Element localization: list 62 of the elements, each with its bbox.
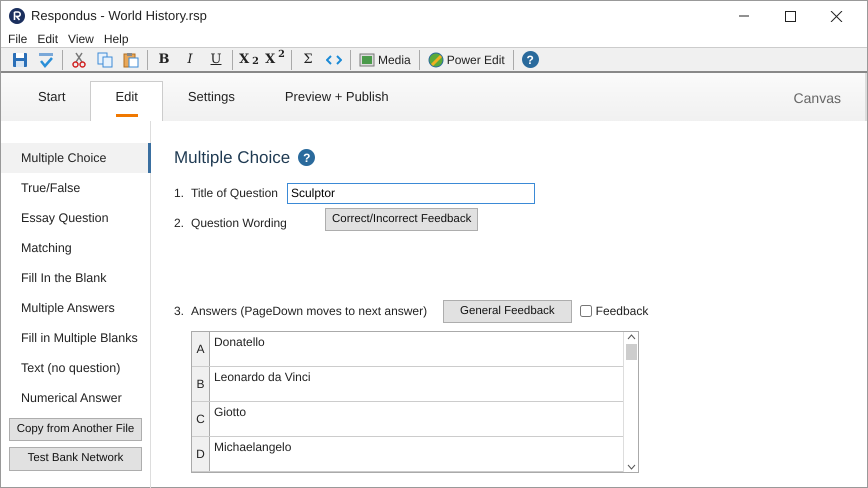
sidebar-item[interactable]: Essay Question (1, 203, 151, 233)
copy-file-button[interactable]: Copy from Another File (9, 418, 142, 442)
picture-icon (359, 52, 375, 68)
answer-letter: A (192, 332, 210, 366)
menu-item[interactable]: Edit (32, 30, 64, 48)
globe-pencil-icon (428, 52, 444, 68)
answer-letter: C (192, 402, 210, 436)
copy-icon (97, 52, 113, 68)
test-bank-button[interactable]: Test Bank Network (9, 447, 142, 470)
feedback-checkbox[interactable] (580, 305, 592, 318)
tab[interactable]: Settings (162, 81, 260, 121)
maximize-icon[interactable] (784, 10, 796, 22)
title-input[interactable]: Sculptor (287, 182, 535, 204)
step-number: 1. (174, 185, 186, 202)
format-button[interactable]: I (177, 50, 203, 70)
answer-letter: D (192, 436, 210, 471)
general-feedback-button[interactable]: General Feedback (443, 300, 572, 323)
sidebar-item[interactable]: Multiple Choice (1, 143, 151, 173)
sidebar-item[interactable]: Fill in Multiple Blanks (1, 323, 151, 353)
scroll-thumb[interactable] (626, 344, 636, 360)
answer-text[interactable]: Giotto (210, 402, 623, 436)
menu-item[interactable]: Help (98, 30, 134, 48)
scrollbar[interactable] (623, 332, 638, 472)
feedback-button[interactable]: Correct/Incorrect Feedback (325, 208, 478, 232)
sidebar-item[interactable]: Fill In the Blank (1, 263, 151, 293)
app-logo-icon (9, 8, 25, 24)
tab[interactable]: Preview + Publish (260, 81, 414, 121)
answer-text[interactable]: Leonardo da Vinci (210, 366, 623, 401)
answer-text[interactable]: Donatello (210, 332, 623, 366)
window-title: Respondus - World History.rsp (31, 7, 207, 26)
tab[interactable]: Start (13, 81, 90, 121)
scissors-icon (71, 52, 87, 68)
menu-item[interactable]: View (63, 30, 99, 48)
menu-item[interactable]: File (3, 30, 32, 48)
sidebar-item[interactable]: Numerical Answer (1, 383, 151, 413)
paste-icon (123, 52, 139, 68)
field-label: Answers (PageDown moves to next answer) (191, 303, 428, 320)
lms-label: Canvas (794, 89, 841, 108)
toolbar-button[interactable]: Media (354, 50, 416, 70)
field-label: Title of Question (191, 185, 279, 202)
format-button[interactable]: Σ (295, 50, 321, 70)
step-number: 2. (174, 214, 186, 232)
answer-text[interactable]: Michaelangelo (210, 436, 623, 471)
checkbox-label: Feedback (596, 303, 648, 320)
format-button[interactable]: X$^{2}$ (262, 50, 288, 70)
sidebar-item[interactable]: True/False (1, 173, 151, 203)
format-button[interactable]: B (151, 50, 177, 70)
field-label: Question Wording (191, 214, 288, 232)
sidebar-item[interactable]: Multiple Answers (1, 293, 151, 323)
save-icon (12, 52, 28, 68)
tab[interactable]: Edit (90, 81, 163, 121)
editor-heading: Multiple Choice (174, 147, 290, 169)
close-icon[interactable] (830, 10, 842, 22)
toolbar-button[interactable]: Power Edit (422, 50, 510, 70)
format-button[interactable]: U (203, 50, 229, 70)
sidebar-item[interactable]: Matching (1, 233, 151, 263)
format-button[interactable]: X$_{2}$ (236, 50, 262, 70)
sidebar-item[interactable]: Text (no question) (1, 353, 151, 383)
spell-check-icon (38, 52, 54, 68)
step-number: 3. (174, 303, 186, 320)
answer-letter: B (192, 366, 210, 401)
help-icon[interactable]: ? (298, 149, 316, 166)
